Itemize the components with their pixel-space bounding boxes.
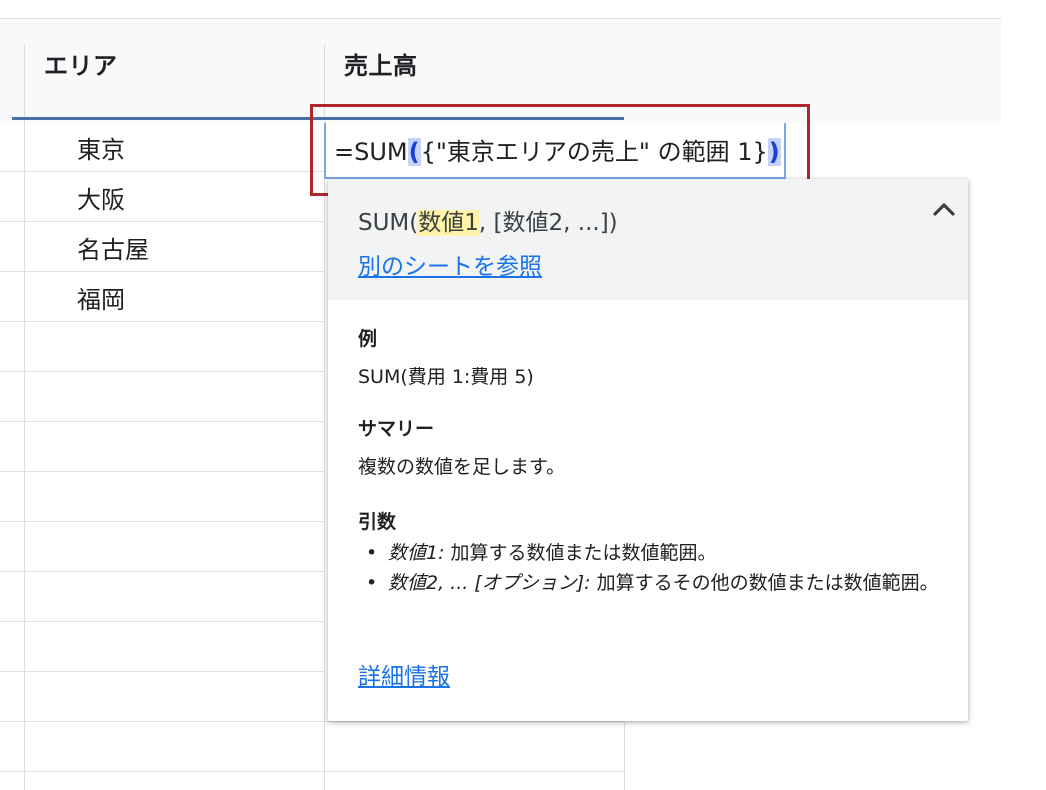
arguments-heading: 引数 bbox=[358, 511, 397, 533]
argument-item: 数値2, ... [オプション]: 加算するその他の数値または数値範囲。 bbox=[358, 569, 948, 597]
grid-horizontal-line bbox=[0, 371, 324, 372]
reference-other-sheet-link[interactable]: 別のシートを参照 bbox=[358, 247, 542, 281]
grid-horizontal-line bbox=[0, 271, 324, 272]
grid-horizontal-line bbox=[0, 571, 324, 572]
example-text: SUM(費用 1:費用 5) bbox=[358, 366, 534, 388]
argument-description: 加算する数値または数値範囲。 bbox=[444, 542, 717, 564]
chevron-up-icon[interactable] bbox=[930, 195, 958, 223]
function-signature: SUM(数値1, [数値2, ...]) bbox=[358, 203, 618, 237]
column-header-area[interactable]: エリア bbox=[44, 46, 118, 81]
summary-heading: サマリー bbox=[358, 418, 435, 440]
cell-area-tokyo[interactable]: 東京 bbox=[77, 130, 125, 165]
grid-horizontal-line bbox=[0, 771, 624, 772]
argument-name: 数値2, ... [オプション]: bbox=[388, 572, 591, 594]
grid-horizontal-line bbox=[0, 671, 324, 672]
grid-vertical-line bbox=[624, 722, 625, 790]
argument-item: 数値1: 加算する数値または数値範囲。 bbox=[358, 539, 948, 567]
grid-horizontal-line bbox=[0, 471, 324, 472]
grid-horizontal-line bbox=[0, 721, 624, 722]
grid-vertical-line bbox=[24, 44, 25, 790]
summary-text: 複数の数値を足します。 bbox=[358, 456, 566, 478]
grid-horizontal-line bbox=[0, 521, 324, 522]
argument-description: 加算するその他の数値または数値範囲。 bbox=[590, 572, 939, 594]
cell-area-nagoya[interactable]: 名古屋 bbox=[77, 230, 149, 265]
cell-area-fukuoka[interactable]: 福岡 bbox=[77, 280, 125, 315]
grid-horizontal-line bbox=[0, 421, 324, 422]
signature-rest: , [数値2, ...]) bbox=[478, 210, 618, 236]
grid-horizontal-line bbox=[0, 321, 324, 322]
example-heading: 例 bbox=[358, 328, 378, 350]
function-help-popup: SUM(数値1, [数値2, ...]) 別のシートを参照 例 SUM(費用 1… bbox=[328, 179, 968, 721]
cell-area-osaka[interactable]: 大阪 bbox=[77, 180, 125, 215]
signature-name: SUM( bbox=[358, 210, 419, 236]
column-header-sales[interactable]: 売上高 bbox=[344, 46, 418, 81]
grid-horizontal-line bbox=[0, 221, 324, 222]
argument-name: 数値1: bbox=[388, 542, 445, 564]
grid-horizontal-line bbox=[0, 621, 324, 622]
arguments-list: 数値1: 加算する数値または数値範囲。 数値2, ... [オプション]: 加算… bbox=[358, 539, 948, 599]
signature-current-arg: 数値1 bbox=[418, 210, 479, 236]
learn-more-link[interactable]: 詳細情報 bbox=[358, 657, 450, 691]
function-help-header: SUM(数値1, [数値2, ...]) 別のシートを参照 bbox=[328, 179, 968, 300]
grid-horizontal-line bbox=[0, 171, 324, 172]
